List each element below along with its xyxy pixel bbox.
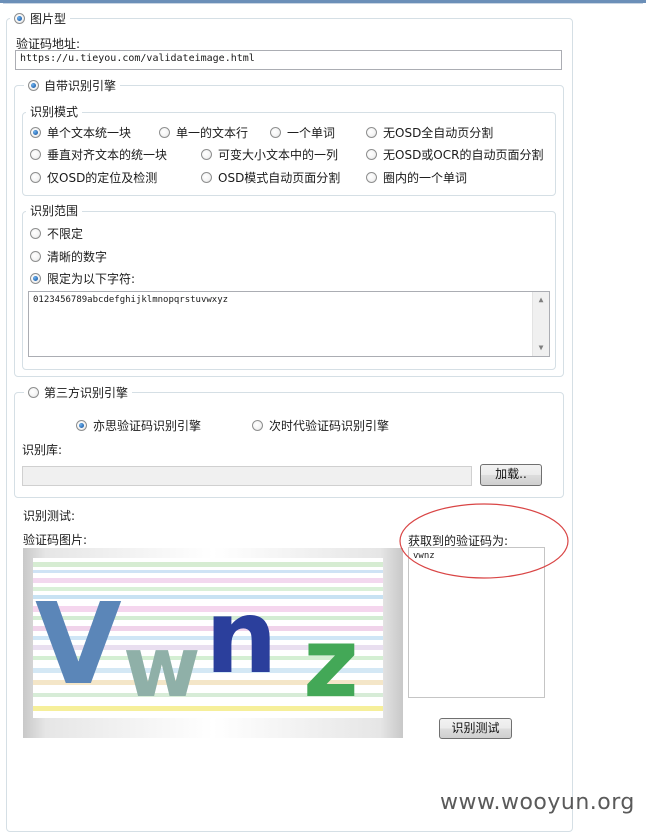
mode-option-radio[interactable] [270,127,281,138]
mode-option-radio[interactable] [30,172,41,183]
captcha-image: V w n z [23,548,403,738]
builtin-engine-label: 自带识别引擎 [44,79,117,93]
mode-option-5[interactable]: 可变大小文本中的一列 [201,146,338,163]
mode-option-label: 仅OSD的定位及检测 [47,171,158,185]
mode-option-7[interactable]: 仅OSD的定位及检测 [30,169,157,186]
charset-textarea[interactable]: 0123456789abcdefghijklmnopqrstuvwxyz ▲ ▼ [28,291,550,357]
range-option-label: 不限定 [47,227,84,241]
highlight-ellipse [399,503,569,579]
engine-a-option[interactable]: 亦思验证码识别引擎 [76,417,201,434]
third-party-label: 第三方识别引擎 [44,386,129,400]
mode-option-1[interactable]: 单一的文本行 [159,124,248,141]
test-title: 识别测试: [23,509,76,523]
engine-a-label: 亦思验证码识别引擎 [93,419,202,433]
mode-group-title: 识别模式 [30,105,79,119]
range-group-legend: 识别范围 [26,202,83,219]
captcha-url-input[interactable]: https://u.tieyou.com/validateimage.html [15,50,562,70]
load-button[interactable]: 加载.. [480,464,542,486]
library-label: 识别库: [22,443,63,457]
mode-option-radio[interactable] [30,127,41,138]
range-group-title: 识别范围 [30,204,79,218]
mode-option-label: 一个单词 [287,126,336,140]
builtin-engine-legend[interactable]: 自带识别引擎 [24,77,121,94]
watermark-text: www.wooyun.org [440,790,635,815]
range-option-radio[interactable] [30,273,41,284]
mode-option-4[interactable]: 垂直对齐文本的统一块 [30,146,167,163]
mode-option-radio[interactable] [366,149,377,160]
range-option-radio[interactable] [30,251,41,262]
mode-option-6[interactable]: 无OSD或OCR的自动页面分割 [366,146,543,163]
mode-option-radio[interactable] [366,127,377,138]
captcha-stripe [33,562,383,567]
range-option-digits[interactable]: 清晰的数字 [30,248,107,265]
captcha-image-svg: V w n z [33,558,383,719]
engine-b-option[interactable]: 次时代验证码识别引擎 [252,417,389,434]
mode-option-label: 垂直对齐文本的统一块 [47,148,168,162]
library-path-input[interactable] [22,466,472,486]
mode-option-3[interactable]: 无OSD全自动页分割 [366,124,493,141]
mode-group-legend: 识别模式 [26,103,83,120]
mode-option-radio[interactable] [201,172,212,183]
range-option-unlimited[interactable]: 不限定 [30,225,83,242]
range-option-label: 限定为以下字符: [47,272,136,286]
third-party-legend[interactable]: 第三方识别引擎 [24,384,133,401]
mode-option-label: 无OSD全自动页分割 [383,126,494,140]
mode-option-radio[interactable] [366,172,377,183]
mode-option-0[interactable]: 单个文本统一块 [30,124,131,141]
mode-option-label: 单个文本统一块 [47,126,132,140]
captcha-char: w [123,618,201,716]
mode-option-label: 可变大小文本中的一列 [218,148,339,162]
range-option-label: 清晰的数字 [47,250,108,264]
test-button[interactable]: 识别测试 [439,718,512,739]
engine-a-radio[interactable] [76,420,87,431]
captcha-stripe [33,570,383,573]
mode-option-radio[interactable] [159,127,170,138]
captcha-char: n [205,578,278,697]
window-inner-border [3,3,643,6]
image-mode-radio[interactable] [14,13,25,24]
mode-option-radio[interactable] [30,149,41,160]
engine-b-label: 次时代验证码识别引擎 [269,419,390,433]
mode-option-label: OSD模式自动页面分割 [218,171,341,185]
image-mode-legend[interactable]: 图片型 [10,10,71,27]
captcha-char: V [35,580,122,710]
mode-option-radio[interactable] [201,149,212,160]
mode-option-label: 圈内的一个单词 [383,171,468,185]
mode-option-9[interactable]: 圈内的一个单词 [366,169,467,186]
engine-b-radio[interactable] [252,420,263,431]
scroll-up-icon[interactable]: ▲ [533,292,549,308]
mode-option-2[interactable]: 一个单词 [270,124,335,141]
mode-option-label: 单一的文本行 [176,126,249,140]
captcha-char: z [303,607,359,719]
charset-text: 0123456789abcdefghijklmnopqrstuvwxyz [33,295,229,305]
scroll-down-icon[interactable]: ▼ [533,340,549,356]
mode-option-8[interactable]: OSD模式自动页面分割 [201,169,340,186]
image-mode-label: 图片型 [30,12,67,26]
captcha-image-label: 验证码图片: [23,533,88,547]
range-option-charset[interactable]: 限定为以下字符: [30,270,135,287]
mode-option-label: 无OSD或OCR的自动页面分割 [383,148,544,162]
third-party-radio[interactable] [28,387,39,398]
highlight-circle-annotation [399,503,569,579]
range-option-radio[interactable] [30,228,41,239]
builtin-engine-radio[interactable] [28,80,39,91]
charset-scrollbar[interactable]: ▲ ▼ [532,292,549,356]
